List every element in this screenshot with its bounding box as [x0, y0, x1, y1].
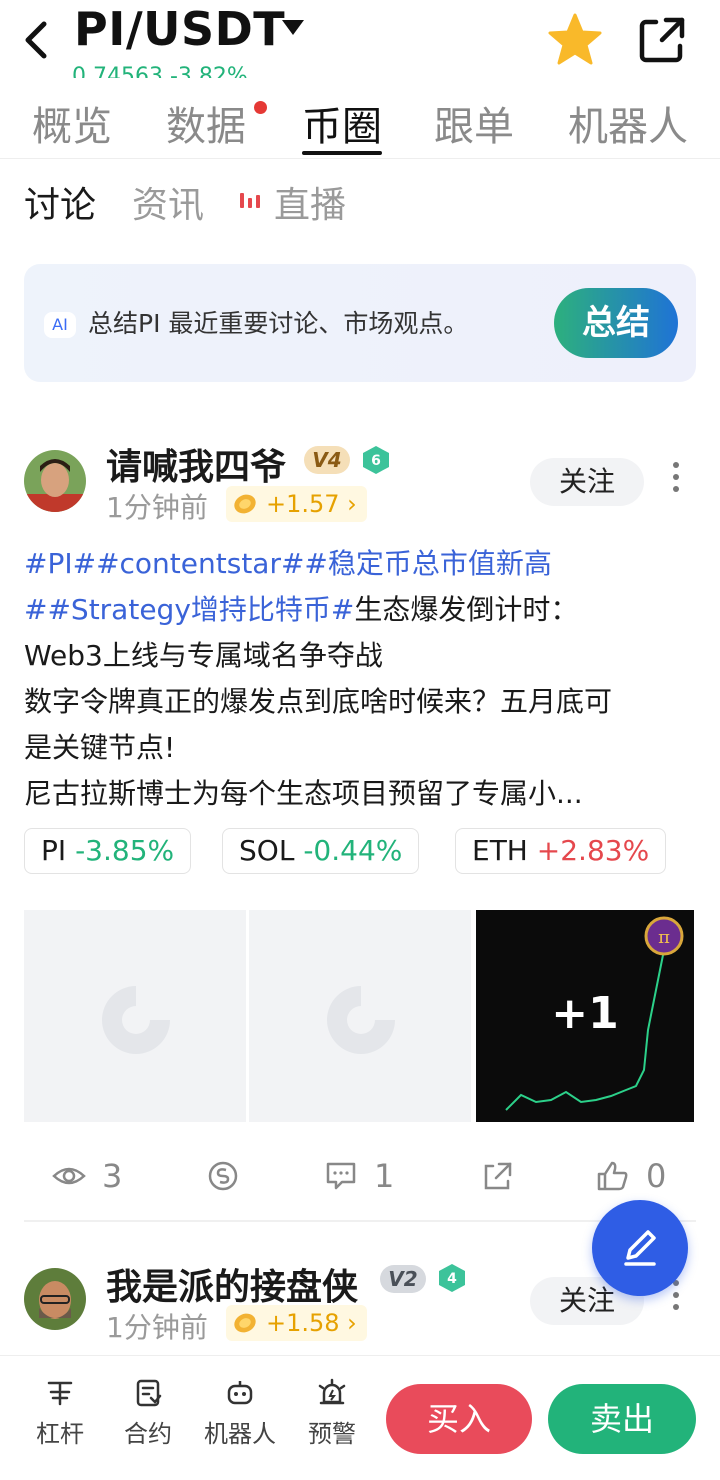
robot-icon [227, 1381, 253, 1405]
reward-badge[interactable]: +1.57 › [226, 486, 367, 522]
coin-change: -0.44% [303, 834, 403, 867]
image-loading-icon [327, 986, 395, 1054]
compose-post-button[interactable] [592, 1200, 688, 1296]
comments-count: 1 [374, 1157, 395, 1195]
post-hashtags[interactable]: #PI##contentstar##稳定币总市值新高 [24, 542, 552, 582]
coin-chip-eth[interactable]: ETH +2.83% [455, 828, 667, 874]
more-images-count: +1 [551, 988, 619, 1039]
contract-icon [136, 1379, 162, 1407]
avatar[interactable] [24, 1268, 86, 1330]
alarm-icon [318, 1378, 346, 1405]
post-time: 1分钟前 [106, 491, 208, 524]
post-text-line: Web3上线与专属域名争夺战 [24, 639, 383, 672]
coin-symbol: SOL [239, 834, 295, 867]
nav-alert[interactable]: 预警 [296, 1378, 368, 1449]
likes-count: 0 [646, 1157, 667, 1195]
tab-copy-trading[interactable]: 跟单 [434, 94, 514, 152]
trading-pair-title[interactable]: PI/USDT [74, 2, 285, 56]
more-options-icon[interactable] [670, 462, 682, 498]
nav-label: 杠杆 [36, 1420, 84, 1448]
nav-robot[interactable]: 机器人 [204, 1378, 276, 1449]
active-tab-indicator [302, 151, 382, 155]
post-image-more[interactable]: π +1 [476, 910, 694, 1122]
pen-icon [624, 1230, 656, 1266]
coin-reward-icon [234, 1313, 256, 1333]
chevron-down-icon[interactable] [282, 20, 304, 35]
reward-amount: +1.58 › [266, 1309, 357, 1337]
like-thumb-icon[interactable] [596, 1160, 630, 1192]
user-photo-icon [24, 1268, 86, 1330]
level-number: 6 [371, 453, 381, 469]
post-image[interactable] [24, 910, 246, 1122]
nav-label: 机器人 [204, 1420, 276, 1448]
buy-button[interactable]: 买入 [386, 1384, 532, 1454]
coin-chip-sol[interactable]: SOL -0.44% [222, 828, 420, 874]
level-badge-icon: 4 [439, 1264, 465, 1292]
ai-summary-card: AI 总结PI 最近重要讨论、市场观点。 总结 [24, 264, 696, 382]
notification-dot [254, 101, 267, 114]
tab-bots[interactable]: 机器人 [568, 94, 688, 152]
post-text-line[interactable]: 尼古拉斯博士为每个生态项目预留了专属小... [24, 772, 583, 812]
user-photo-icon [24, 450, 86, 512]
post-time: 1分钟前 [106, 1311, 208, 1344]
subtab-news[interactable]: 资讯 [132, 176, 204, 228]
coin-change: +2.83% [536, 834, 650, 867]
tab-community[interactable]: 币圈 [302, 94, 382, 152]
hashtag-link[interactable]: ##Strategy增持比特币# [24, 593, 354, 626]
share-icon[interactable] [480, 1160, 514, 1192]
ai-summary-text: 总结PI 最近重要讨论、市场观点。 [88, 309, 469, 338]
tab-data[interactable]: 数据 [166, 94, 246, 152]
svg-text:π: π [658, 927, 670, 948]
coin-chip-pi[interactable]: PI -3.85% [24, 828, 192, 874]
post-image[interactable] [249, 910, 471, 1122]
coin-symbol: ETH [472, 834, 528, 867]
nav-label: 预警 [308, 1420, 356, 1448]
coin-symbol: PI [41, 834, 67, 867]
tab-overview[interactable]: 概览 [32, 94, 112, 152]
summarize-button[interactable]: 总结 [554, 288, 678, 358]
post-text: 生态爆发倒计时： [354, 593, 579, 626]
hashtag-link[interactable]: #PI##contentstar##稳定币总市值新高 [24, 547, 552, 580]
tip-coin-icon[interactable] [206, 1160, 240, 1192]
price-change-ticker: 0.74563 -3.82% [72, 64, 248, 78]
main-tabs: 概览 数据 币圈 跟单 机器人 [0, 88, 720, 159]
share-icon[interactable] [636, 14, 688, 66]
sell-button[interactable]: 卖出 [548, 1384, 696, 1454]
vip-badge: V4 [304, 446, 350, 474]
nav-leverage[interactable]: 杠杆 [24, 1378, 96, 1449]
image-loading-icon [102, 986, 170, 1054]
follow-button[interactable]: 关注 [530, 458, 644, 506]
live-bars-icon [240, 193, 260, 208]
post-text-line: ##Strategy增持比特币#生态爆发倒计时： [24, 588, 578, 628]
coin-change: -3.85% [75, 834, 175, 867]
views-eye-icon [52, 1167, 86, 1185]
level-number: 4 [447, 1271, 457, 1287]
subtab-discussion[interactable]: 讨论 [24, 176, 96, 228]
username[interactable]: 我是派的接盘侠 [106, 1258, 358, 1310]
post-text-line: 数字令牌真正的爆发点到底啥时候来？五月底可 [24, 685, 613, 718]
level-badge-icon: 6 [363, 446, 389, 474]
ai-icon: AI [44, 312, 76, 338]
reward-badge[interactable]: +1.58 › [226, 1305, 367, 1341]
coin-reward-icon [234, 494, 256, 514]
reward-amount: +1.57 › [266, 490, 357, 518]
bottom-action-bar: 杠杆 合约 机器人 预警 买入 卖出 [0, 1356, 720, 1480]
favorite-star-icon[interactable] [546, 12, 604, 68]
back-arrow-icon[interactable] [18, 18, 58, 62]
views-count: 3 [102, 1157, 123, 1195]
username[interactable]: 请喊我四爷 [106, 438, 286, 490]
nav-label: 合约 [124, 1420, 172, 1448]
header: PI/USDT 0.74563 -3.82% [0, 0, 720, 80]
subtab-live[interactable]: 直播 [274, 176, 346, 228]
comment-icon[interactable] [324, 1160, 358, 1192]
avatar[interactable] [24, 450, 86, 512]
vip-badge: V2 [380, 1265, 426, 1293]
post-text-line: 是关键节点! [24, 731, 176, 764]
nav-contract[interactable]: 合约 [112, 1378, 184, 1449]
leverage-icon [47, 1381, 73, 1406]
